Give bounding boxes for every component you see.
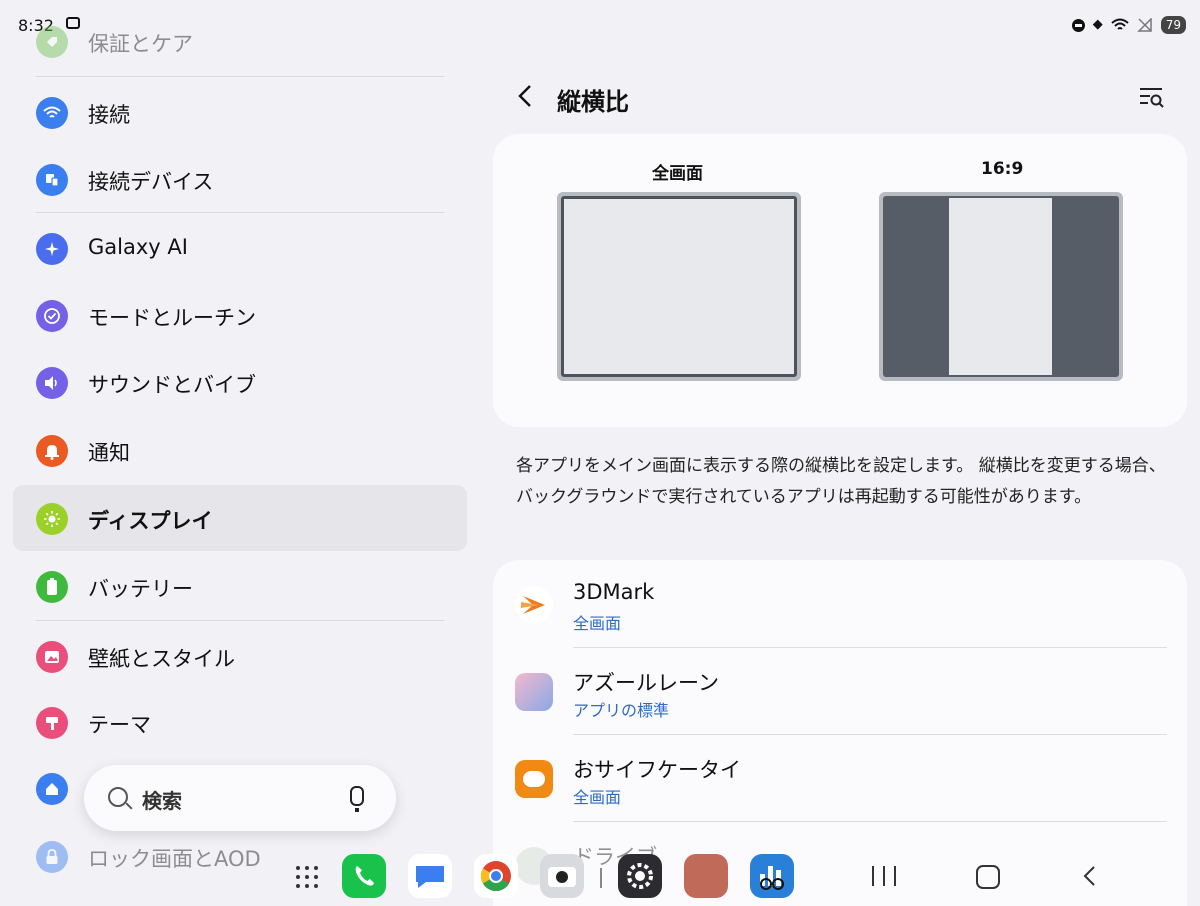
back-icon[interactable]: [512, 82, 540, 110]
no-signal-icon: [1136, 18, 1152, 32]
search-input[interactable]: 検索: [142, 785, 182, 814]
sidebar-item-label: ディスプレイ: [88, 509, 213, 533]
sidebar-item-label: 保証とケア: [88, 32, 193, 56]
app-row[interactable]: 3DMark 全画面: [493, 560, 1187, 647]
full-screen-preview-display: [561, 196, 797, 377]
sidebar-divider: [36, 76, 444, 77]
camera-app-icon[interactable]: [540, 854, 584, 898]
sidebar-item-warranty[interactable]: 保証とケア: [13, 8, 467, 74]
battery-icon: [36, 571, 68, 603]
app-drawer-icon[interactable]: [296, 866, 318, 888]
osaifu-keitai-icon: [515, 760, 553, 798]
battery-indicator: 79: [1160, 16, 1186, 34]
app-row[interactable]: おサイフケータイ 全画面: [493, 734, 1187, 821]
sidebar-item-label: モードとルーチン: [88, 306, 256, 330]
search-settings-icon[interactable]: [1138, 86, 1166, 110]
app-aspect-setting: 全画面: [573, 614, 622, 633]
wifi-icon: [36, 97, 68, 129]
phone-app-icon[interactable]: [342, 854, 386, 898]
tag-icon: [36, 26, 68, 58]
sidebar-item-label: Galaxy AI: [88, 235, 188, 259]
sidebar-item-label: 壁紙とスタイル: [88, 647, 235, 671]
sidebar-item-connections[interactable]: 接続: [13, 79, 467, 145]
app-aspect-setting: アプリの標準: [573, 701, 670, 720]
sidebar-item-label: 接続デバイス: [88, 170, 214, 194]
recent-apps-button[interactable]: [872, 866, 896, 886]
chrome-app-icon[interactable]: [474, 854, 518, 898]
page-title: 縦横比: [557, 88, 629, 116]
3dmark-icon: [515, 586, 553, 624]
option-label-full-screen: 全画面: [652, 164, 703, 184]
benchmark-app-icon[interactable]: [750, 854, 794, 898]
devices-icon: [36, 164, 68, 196]
app-name: 3DMark: [573, 580, 655, 604]
sparkle-icon: [36, 233, 68, 265]
settings-sidebar: 保証とケア 接続 接続デバイス Galaxy AI モードとルーチン サウンドと…: [0, 0, 480, 906]
app-row[interactable]: アズールレーン アプリの標準: [493, 647, 1187, 734]
sidebar-item-label: テーマ: [88, 713, 151, 737]
sidebar-item-themes[interactable]: テーマ: [13, 689, 467, 755]
gamepad-icon: ◆: [1092, 17, 1103, 32]
do-not-disturb-icon: [1071, 18, 1085, 32]
sidebar-item-modes-routines[interactable]: モードとルーチン: [13, 282, 467, 348]
option-label-16-9: 16:9: [981, 159, 1024, 179]
taskbar: [0, 838, 1200, 906]
azur-lane-icon: [515, 673, 553, 711]
sidebar-item-label: バッテリー: [88, 577, 193, 601]
bell-icon: [36, 435, 68, 467]
sidebar-item-connected-devices[interactable]: 接続デバイス: [13, 146, 467, 212]
home-button[interactable]: [976, 865, 1000, 889]
search-icon: [108, 787, 128, 807]
sidebar-item-wallpaper-style[interactable]: 壁紙とスタイル: [13, 623, 467, 689]
sidebar-item-display[interactable]: ディスプレイ: [13, 485, 467, 551]
app-aspect-setting: 全画面: [573, 788, 622, 807]
check-circle-icon: [36, 300, 68, 332]
sidebar-item-label: 通知: [88, 441, 130, 465]
app-name: おサイフケータイ: [573, 758, 741, 782]
description-text: 各アプリをメイン画面に表示する際の縦横比を設定します。 縦横比を変更する場合、バ…: [516, 456, 1166, 507]
settings-app-icon[interactable]: [618, 854, 662, 898]
microphone-icon[interactable]: [350, 786, 364, 812]
game-app-icon[interactable]: [684, 854, 728, 898]
home-icon: [36, 773, 68, 805]
ratio-16-9-preview[interactable]: [879, 192, 1123, 381]
sun-icon: [36, 503, 68, 535]
image-icon: [36, 641, 68, 673]
sidebar-divider: [36, 620, 444, 621]
speaker-icon: [36, 367, 68, 399]
brush-icon: [36, 707, 68, 739]
sidebar-divider: [36, 212, 444, 213]
sidebar-item-sound-vibration[interactable]: サウンドとバイブ: [13, 349, 467, 415]
app-name: アズールレーン: [573, 671, 719, 695]
sidebar-item-notifications[interactable]: 通知: [13, 417, 467, 483]
messages-app-icon[interactable]: [408, 854, 452, 898]
wifi-status-icon: [1111, 18, 1129, 30]
sidebar-item-galaxy-ai[interactable]: Galaxy AI: [13, 215, 467, 281]
sidebar-item-label: 接続: [88, 103, 130, 127]
full-screen-preview[interactable]: [557, 192, 801, 381]
search-bar[interactable]: 検索: [84, 765, 396, 831]
dock-separator: [600, 868, 602, 888]
sidebar-item-battery[interactable]: バッテリー: [13, 553, 467, 619]
status-icons: ◆ 79: [1071, 16, 1186, 34]
ratio-16-9-preview-display: [949, 198, 1052, 375]
sidebar-item-label: サウンドとバイブ: [88, 373, 256, 397]
ratio-16-9-preview-frame: [883, 196, 1119, 377]
nav-back-button[interactable]: [1080, 864, 1100, 888]
